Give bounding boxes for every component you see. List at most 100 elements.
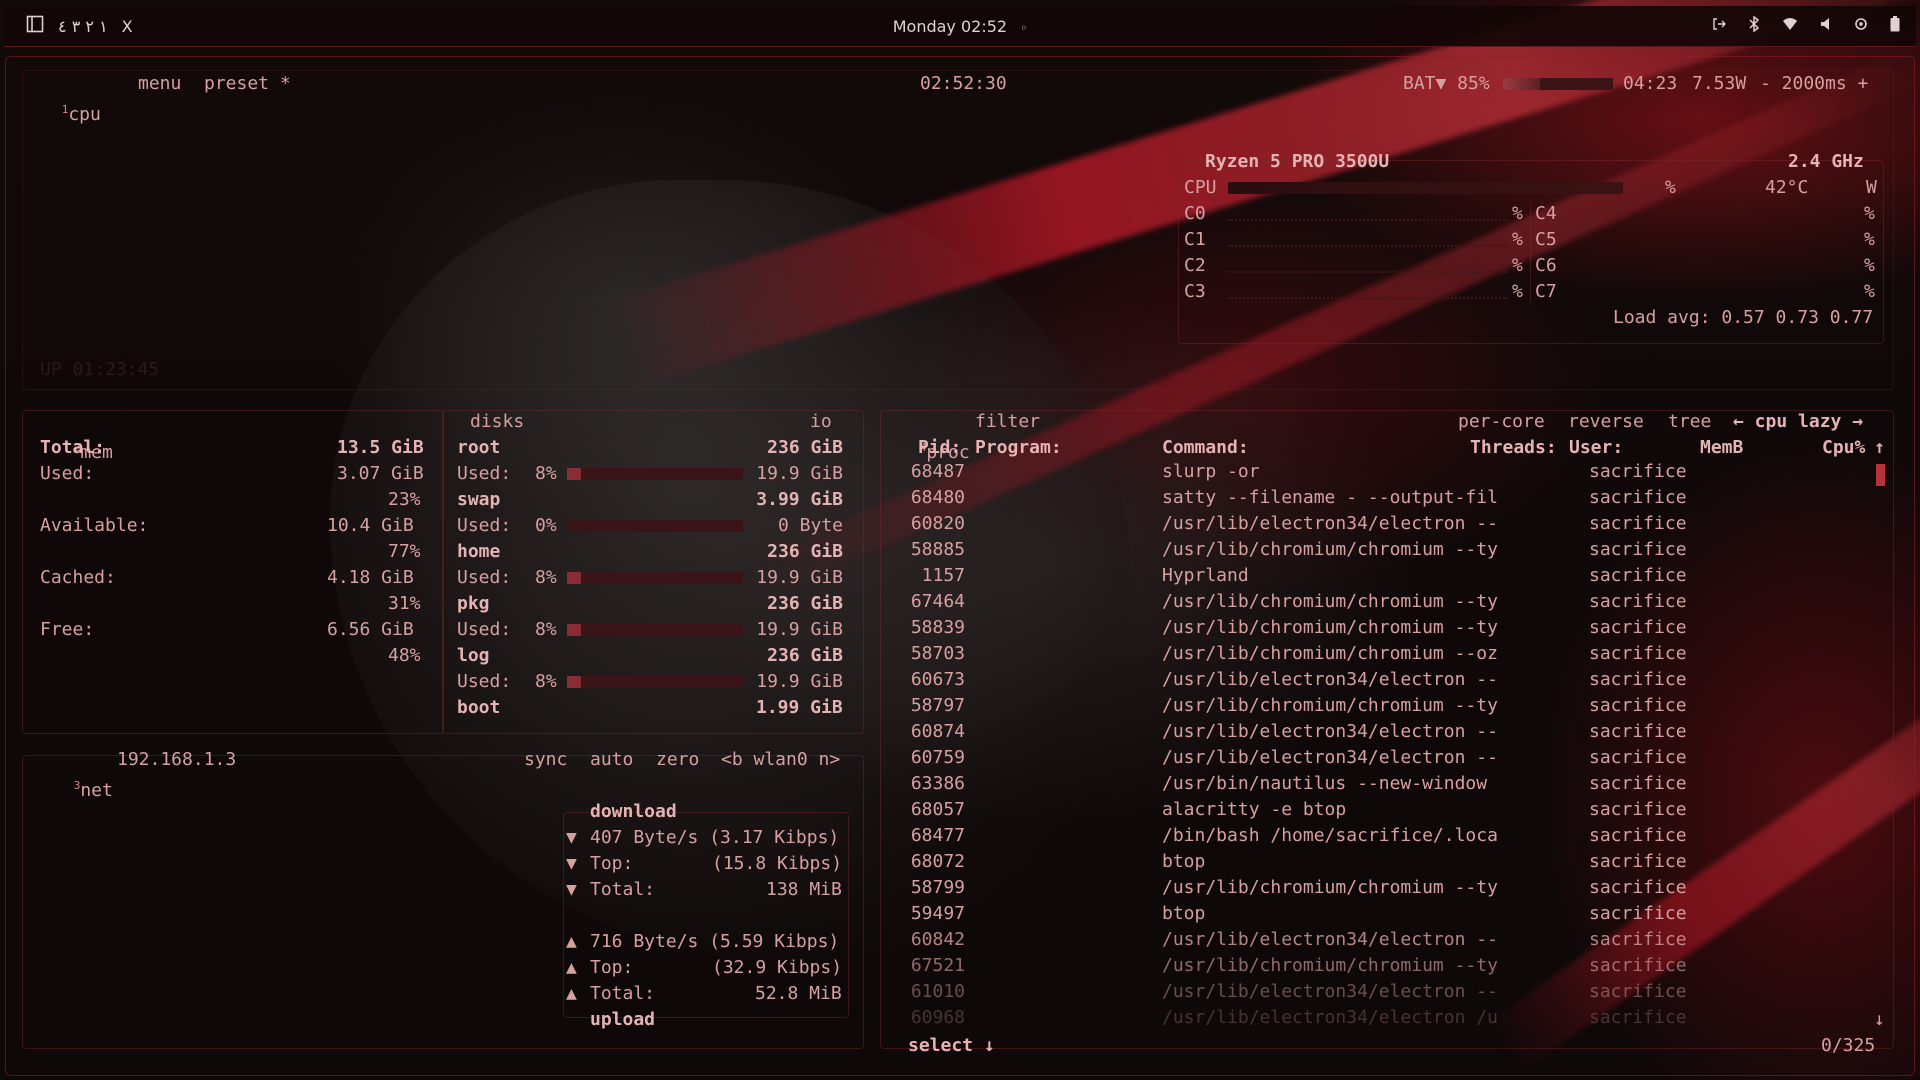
process-row[interactable]: 58839/usr/lib/chromium/chromium --ty sacr…: [905, 617, 1890, 643]
cpu-box-title[interactable]: cpu: [68, 104, 101, 125]
disk-used-value: 19.9 GiB: [756, 671, 843, 692]
download-arrow: ▼: [566, 879, 577, 900]
download-top-label: Top:: [590, 853, 634, 874]
core-label: C2: [1184, 255, 1206, 276]
sort-direction-icon[interactable]: ↑: [1874, 435, 1885, 461]
process-command: /usr/lib/chromium/chromium --ty: [1162, 877, 1498, 898]
process-command: /usr/lib/electron34/electron /u: [1162, 1007, 1498, 1028]
process-user: sacrifice: [1589, 565, 1687, 586]
process-row[interactable]: 68477/bin/bash /home/sacrifice/.loca sacr…: [905, 825, 1890, 851]
process-row[interactable]: 67521/usr/lib/chromium/chromium --ty sacr…: [905, 955, 1890, 981]
filter-button[interactable]: filter: [975, 409, 1040, 435]
zero-button[interactable]: zero: [656, 747, 699, 773]
clock[interactable]: Monday 02:52: [893, 17, 1007, 36]
select-button[interactable]: select ↓: [908, 1033, 995, 1059]
core-label: C0: [1184, 203, 1206, 224]
process-row[interactable]: 58703/usr/lib/chromium/chromium --oz sacr…: [905, 643, 1890, 669]
col-threads[interactable]: Threads:: [1470, 435, 1557, 461]
col-program[interactable]: Program:: [975, 435, 1062, 461]
cpu-clock: 02:52:30: [920, 73, 1007, 94]
tree-toggle[interactable]: tree: [1668, 409, 1711, 435]
process-row[interactable]: 68072 btop sacrifice: [905, 851, 1890, 877]
disk-used-value: 19.9 GiB: [756, 619, 843, 640]
disk-size: 236 GiB: [767, 437, 843, 458]
process-row[interactable]: 58885/usr/lib/chromium/chromium --ty sacr…: [905, 539, 1890, 565]
process-user: sacrifice: [1589, 903, 1687, 924]
core-graph: [1228, 271, 1508, 273]
close-window-button[interactable]: X: [122, 17, 133, 36]
disks-box-title[interactable]: disks: [470, 409, 524, 435]
preset-button[interactable]: preset *: [204, 71, 291, 97]
disk-size: 3.99 GiB: [756, 489, 843, 510]
process-row[interactable]: 58797/usr/lib/chromium/chromium --ty sacr…: [905, 695, 1890, 721]
power-draw: 7.53W: [1692, 73, 1747, 94]
mem-used-value: 3.07 GiB: [337, 463, 424, 484]
disk-meter: [567, 468, 581, 480]
io-toggle[interactable]: io: [810, 409, 832, 435]
disk-meter: [567, 572, 581, 584]
col-cpu[interactable]: Cpu%: [1822, 435, 1865, 461]
process-row[interactable]: 60968/usr/lib/electron34/electron /u sacr…: [905, 1007, 1890, 1033]
process-command: satty --filename - --output-fil: [1162, 487, 1498, 508]
process-pid: 68487: [910, 461, 965, 482]
update-interval[interactable]: - 2000ms +: [1760, 71, 1868, 97]
process-row[interactable]: 60874/usr/lib/electron34/electron -- sacr…: [905, 721, 1890, 747]
upload-rate: 716 Byte/s (5.59 Kibps): [590, 931, 840, 952]
process-user: sacrifice: [1589, 877, 1687, 898]
process-row[interactable]: 60842/usr/lib/electron34/electron -- sacr…: [905, 929, 1890, 955]
core-percent: %: [1864, 255, 1875, 276]
process-command: Hyprland: [1162, 565, 1249, 586]
col-pid[interactable]: Pid:: [918, 435, 961, 461]
per-core-toggle[interactable]: per-core: [1458, 409, 1545, 435]
process-row[interactable]: 60673/usr/lib/electron34/electron -- sacr…: [905, 669, 1890, 695]
process-user: sacrifice: [1589, 669, 1687, 690]
process-row[interactable]: 68057 alacritty -e btop sacrifice: [905, 799, 1890, 825]
process-command: /usr/lib/electron34/electron --: [1162, 721, 1498, 742]
process-user: sacrifice: [1589, 825, 1687, 846]
process-command: /usr/lib/chromium/chromium --ty: [1162, 695, 1498, 716]
menu-button[interactable]: menu: [138, 71, 181, 97]
disk-name: log: [457, 645, 490, 666]
process-row[interactable]: 67464/usr/lib/chromium/chromium --ty sacr…: [905, 591, 1890, 617]
uptime-ghost: UP 01:23:45: [40, 359, 160, 380]
volume-icon[interactable]: [1820, 17, 1832, 35]
process-row[interactable]: 60820/usr/lib/electron34/electron -- sacr…: [905, 513, 1890, 539]
interface-selector[interactable]: <b wlan0 n>: [721, 747, 840, 773]
col-memb[interactable]: MemB: [1700, 435, 1743, 461]
process-row[interactable]: 60759/usr/lib/electron34/electron -- sacr…: [905, 747, 1890, 773]
core-percent: %: [1864, 281, 1875, 302]
bluetooth-icon[interactable]: [1748, 15, 1760, 36]
disk-used-label: Used:: [457, 463, 512, 484]
workspace-switcher[interactable]: ١ ٢ ٣ ٤: [58, 17, 108, 36]
process-command: /usr/lib/electron34/electron --: [1162, 747, 1498, 768]
disk-meter-track: [567, 624, 743, 636]
logout-icon[interactable]: [1712, 17, 1726, 35]
upload-total-label: Total:: [590, 983, 656, 1004]
col-user[interactable]: User:: [1569, 435, 1623, 461]
process-row[interactable]: 61010/usr/lib/electron34/electron -- sacr…: [905, 981, 1890, 1007]
process-row[interactable]: 68480 satty --filename - --output-fil sacr…: [905, 487, 1890, 513]
wifi-icon[interactable]: [1782, 17, 1798, 35]
reverse-toggle[interactable]: reverse: [1568, 409, 1644, 435]
process-row[interactable]: 1157 Hyprland sacrifice: [905, 565, 1890, 591]
sync-toggle[interactable]: sync: [524, 747, 567, 773]
process-user: sacrifice: [1589, 851, 1687, 872]
battery-icon[interactable]: [1890, 16, 1900, 36]
settings-icon[interactable]: [1854, 17, 1868, 35]
col-command[interactable]: Command:: [1162, 435, 1249, 461]
scroll-down-icon[interactable]: ↓: [1874, 1007, 1885, 1033]
upload-arrow: ▲: [566, 957, 577, 978]
process-row[interactable]: 59497 btop sacrifice: [905, 903, 1890, 929]
process-user: sacrifice: [1589, 643, 1687, 664]
mem-total-label: Total:: [40, 437, 106, 458]
upload-arrow: ▲: [566, 983, 577, 1004]
process-row[interactable]: 68487 slurp -or sacrifice: [905, 461, 1890, 487]
download-rate: 407 Byte/s (3.17 Kibps): [590, 827, 840, 848]
process-row[interactable]: 63386/usr/bin/nautilus --new-window sacri…: [905, 773, 1890, 799]
net-box-header: 3net: [52, 747, 113, 804]
process-row[interactable]: 58799/usr/lib/chromium/chromium --ty sacr…: [905, 877, 1890, 903]
sort-selector[interactable]: ← cpu lazy →: [1733, 409, 1863, 435]
layout-icon[interactable]: [26, 15, 44, 37]
net-box-title[interactable]: net: [80, 780, 113, 801]
auto-toggle[interactable]: auto: [590, 747, 633, 773]
